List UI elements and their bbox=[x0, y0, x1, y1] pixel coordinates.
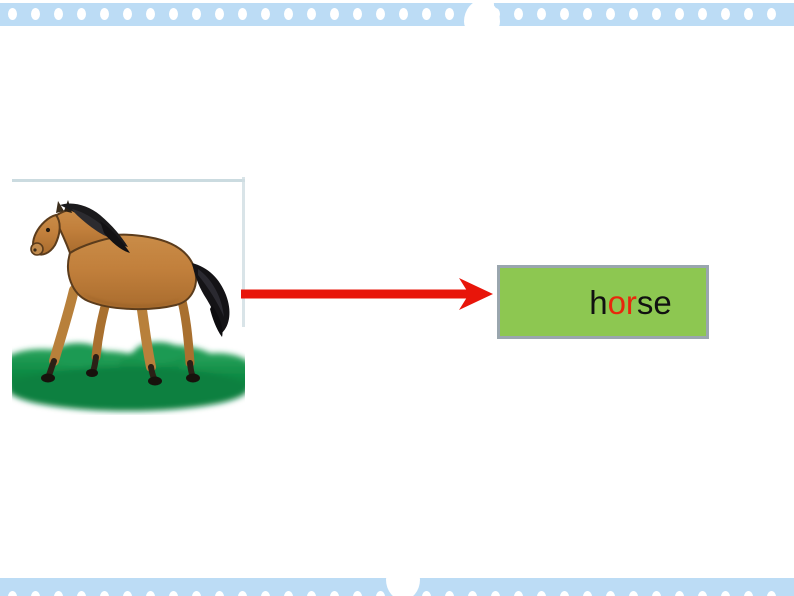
horse-image bbox=[12, 175, 245, 415]
slide-canvas: horse bbox=[0, 0, 794, 596]
border-dot bbox=[100, 8, 109, 20]
border-dot bbox=[675, 591, 684, 596]
red-arrow bbox=[241, 278, 493, 310]
border-dot bbox=[77, 8, 86, 20]
border-dot bbox=[261, 591, 270, 596]
border-dot bbox=[698, 8, 707, 20]
border-dot bbox=[491, 591, 500, 596]
border-dot bbox=[215, 591, 224, 596]
border-dot bbox=[284, 8, 293, 20]
border-dot bbox=[445, 591, 454, 596]
border-dot bbox=[238, 591, 247, 596]
horse-body bbox=[67, 233, 197, 311]
word-segment-2: or bbox=[607, 283, 637, 321]
border-dot bbox=[146, 591, 155, 596]
horse-tail bbox=[192, 263, 230, 337]
border-dot bbox=[606, 591, 615, 596]
border-dot bbox=[399, 8, 408, 20]
border-dot bbox=[123, 8, 132, 20]
word-text: horse bbox=[534, 253, 672, 352]
bottom-border-cloud-notch-bump bbox=[395, 582, 413, 596]
border-dot bbox=[8, 8, 17, 20]
border-dot bbox=[353, 591, 362, 596]
border-dot bbox=[307, 8, 316, 20]
border-dot bbox=[422, 591, 431, 596]
horse-ear-left bbox=[56, 201, 64, 213]
border-dot bbox=[744, 8, 753, 20]
border-dot bbox=[537, 8, 546, 20]
horse-drawing bbox=[12, 200, 245, 411]
border-dot bbox=[629, 591, 638, 596]
border-dot bbox=[468, 591, 477, 596]
border-dot bbox=[422, 8, 431, 20]
border-dot bbox=[31, 591, 40, 596]
border-dot bbox=[353, 8, 362, 20]
border-dot bbox=[445, 8, 454, 20]
border-dot bbox=[376, 591, 385, 596]
horse-nostril bbox=[33, 248, 37, 252]
border-dot bbox=[721, 591, 730, 596]
border-dot bbox=[100, 591, 109, 596]
border-dot bbox=[192, 591, 201, 596]
border-dot bbox=[744, 591, 753, 596]
border-dot bbox=[238, 8, 247, 20]
border-dot bbox=[169, 591, 178, 596]
border-dot bbox=[54, 8, 63, 20]
word-box[interactable]: horse bbox=[497, 265, 709, 339]
border-dot bbox=[169, 8, 178, 20]
border-dot bbox=[54, 591, 63, 596]
border-dot bbox=[307, 591, 316, 596]
border-dot bbox=[284, 591, 293, 596]
top-dotted-border bbox=[0, 3, 794, 26]
border-dot bbox=[606, 8, 615, 20]
border-dot bbox=[767, 8, 776, 20]
border-dot bbox=[537, 591, 546, 596]
border-dot bbox=[8, 591, 17, 596]
border-dot bbox=[652, 591, 661, 596]
border-dot bbox=[330, 8, 339, 20]
border-dot bbox=[77, 591, 86, 596]
border-dot bbox=[583, 8, 592, 20]
border-dot bbox=[146, 8, 155, 20]
border-dot bbox=[698, 591, 707, 596]
border-dot bbox=[514, 591, 523, 596]
border-dot bbox=[767, 591, 776, 596]
border-dot bbox=[31, 8, 40, 20]
border-dot bbox=[560, 8, 569, 20]
border-dot bbox=[192, 8, 201, 20]
border-dot bbox=[583, 591, 592, 596]
border-dot bbox=[721, 8, 730, 20]
border-dot bbox=[629, 8, 638, 20]
word-segment-3: se bbox=[636, 283, 672, 321]
border-dot bbox=[123, 591, 132, 596]
word-segment-1: h bbox=[589, 283, 608, 321]
top-border-dots bbox=[0, 3, 794, 26]
border-dot bbox=[330, 591, 339, 596]
border-dot bbox=[514, 8, 523, 20]
border-dot bbox=[376, 8, 385, 20]
border-dot bbox=[261, 8, 270, 20]
border-dot bbox=[215, 8, 224, 20]
border-dot bbox=[675, 8, 684, 20]
border-dot bbox=[652, 8, 661, 20]
border-dot bbox=[560, 591, 569, 596]
horse-eye bbox=[45, 227, 51, 233]
